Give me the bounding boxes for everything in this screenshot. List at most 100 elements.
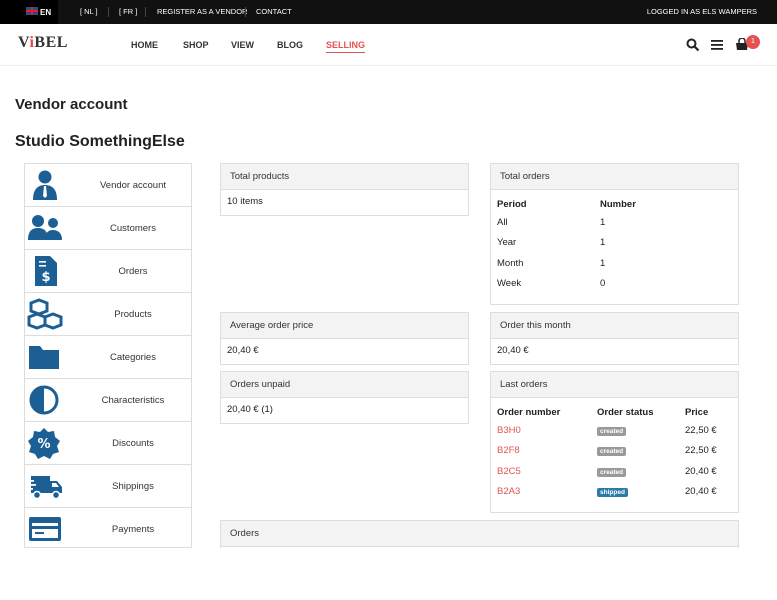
- order-number-link[interactable]: B3H0: [497, 425, 521, 436]
- orders-unpaid-value: 20,40 € (1): [227, 404, 273, 415]
- percent-badge-icon: %: [28, 428, 60, 459]
- truck-icon: [27, 476, 62, 500]
- panel-title: Total products: [221, 164, 468, 190]
- sidebar-item-shippings[interactable]: Shippings: [25, 465, 191, 508]
- number-cell: 1: [600, 257, 606, 269]
- users-icon: [28, 215, 62, 240]
- nav-shop[interactable]: SHOP: [183, 40, 209, 50]
- cart-count-badge: 1: [746, 35, 760, 49]
- search-icon[interactable]: [686, 38, 700, 52]
- nav-blog[interactable]: BLOG: [277, 40, 303, 50]
- nav-view[interactable]: VIEW: [231, 40, 254, 50]
- sidebar-item-vendor-account[interactable]: Vendor account: [25, 164, 191, 207]
- uk-flag-icon: [26, 7, 38, 15]
- table-row: B2A3 shipped 20,40 €: [497, 482, 732, 503]
- total-orders-panel: Total orders Period Number All 1 Year 1 …: [490, 163, 739, 305]
- period-cell: Week: [497, 278, 522, 290]
- order-number-link[interactable]: B2A3: [497, 486, 520, 497]
- period-cell: Year: [497, 237, 517, 249]
- invoice-icon: $: [35, 256, 57, 286]
- column-header-price: Price: [685, 406, 709, 418]
- status-badge: created: [597, 426, 627, 436]
- column-header-number: Number: [600, 198, 636, 210]
- sidebar-item-label: Orders: [118, 266, 148, 277]
- total-products-value: 10 items: [227, 196, 263, 207]
- sidebar-item-products[interactable]: Products: [25, 293, 191, 336]
- average-order-price-panel: Average order price 20,40 €: [220, 312, 469, 365]
- sidebar-item-label: Products: [114, 309, 152, 320]
- last-orders-panel: Last orders Order number Order status Pr…: [490, 371, 739, 513]
- number-cell: 1: [600, 216, 606, 228]
- period-cell: Month: [497, 257, 524, 269]
- panel-title: Order this month: [491, 313, 738, 339]
- sidebar-item-label: Shippings: [112, 481, 154, 492]
- folder-icon: [29, 346, 59, 369]
- order-this-month-panel: Order this month 20,40 €: [490, 312, 739, 365]
- shop-name: Studio SomethingElse: [15, 133, 185, 150]
- price-cell: 20,40 €: [685, 465, 717, 477]
- person-icon: [33, 170, 57, 200]
- last-orders-table: Order number Order status Price B3H0 cre…: [497, 398, 732, 502]
- vendor-sidebar: Vendor account Customers $ Orders Produc…: [24, 163, 192, 548]
- svg-text:$: $: [41, 270, 50, 285]
- credit-card-icon: [29, 517, 61, 541]
- status-badge: created: [597, 447, 627, 457]
- divider: [108, 7, 109, 17]
- nav-home[interactable]: HOME: [131, 40, 158, 50]
- order-number-link[interactable]: B2C5: [497, 466, 521, 477]
- price-cell: 20,40 €: [685, 486, 717, 498]
- orders-unpaid-panel: Orders unpaid 20,40 € (1): [220, 371, 469, 424]
- divider: [245, 7, 246, 17]
- order-number-link[interactable]: B2F8: [497, 445, 520, 456]
- table-row: All 1: [497, 212, 732, 233]
- panel-title: Total orders: [491, 164, 738, 190]
- language-current[interactable]: EN: [0, 0, 58, 24]
- total-orders-table: Period Number All 1 Year 1 Month 1 Week …: [497, 190, 732, 294]
- status-badge: created: [597, 467, 627, 477]
- page-title: Vendor account: [15, 96, 128, 113]
- panel-title: Orders: [221, 521, 738, 547]
- language-fr-link[interactable]: [ FR ]: [119, 0, 137, 24]
- panel-title: Orders unpaid: [221, 372, 468, 398]
- table-row: B3H0 created 22,50 €: [497, 420, 732, 441]
- contact-link[interactable]: CONTACT: [256, 0, 292, 24]
- column-header-order-status: Order status: [597, 406, 654, 418]
- sidebar-item-categories[interactable]: Categories: [25, 336, 191, 379]
- contrast-icon: [29, 385, 59, 415]
- column-header-period: Period: [497, 198, 527, 210]
- number-cell: 0: [600, 278, 606, 290]
- sidebar-item-label: Discounts: [112, 438, 154, 449]
- price-cell: 22,50 €: [685, 424, 717, 436]
- svg-text:%: %: [37, 437, 50, 452]
- boxes-icon: [27, 298, 63, 330]
- table-row: Year 1: [497, 233, 732, 254]
- panel-title: Average order price: [221, 313, 468, 339]
- main-header: ViBEL HOME SHOP VIEW BLOG SELLING: [0, 24, 777, 66]
- register-vendor-link[interactable]: REGISTER AS A VENDOR: [157, 0, 247, 24]
- sidebar-item-characteristics[interactable]: Characteristics: [25, 379, 191, 422]
- nav-selling[interactable]: SELLING: [326, 40, 366, 53]
- divider: [145, 7, 146, 17]
- order-this-month-value: 20,40 €: [497, 345, 529, 356]
- sidebar-item-label: Categories: [110, 352, 156, 363]
- period-cell: All: [497, 216, 508, 228]
- sidebar-item-label: Customers: [110, 223, 156, 234]
- top-bar: EN [ NL ] [ FR ] REGISTER AS A VENDOR CO…: [0, 0, 777, 24]
- menu-icon[interactable]: [710, 38, 724, 52]
- sidebar-item-payments[interactable]: Payments: [25, 508, 191, 547]
- language-nl-link[interactable]: [ NL ]: [80, 0, 98, 24]
- sidebar-item-customers[interactable]: Customers: [25, 207, 191, 250]
- site-logo[interactable]: ViBEL: [18, 34, 68, 52]
- sidebar-item-label: Payments: [111, 524, 155, 535]
- total-products-panel: Total products 10 items: [220, 163, 469, 216]
- price-cell: 22,50 €: [685, 445, 717, 457]
- sidebar-item-label: Vendor account: [99, 180, 167, 191]
- average-order-price-value: 20,40 €: [227, 345, 259, 356]
- sidebar-item-discounts[interactable]: % Discounts: [25, 422, 191, 465]
- login-status[interactable]: LOGGED IN AS ELS WAMPERS: [647, 0, 757, 24]
- status-badge: shipped: [597, 488, 628, 498]
- table-row: Week 0: [497, 274, 732, 295]
- panel-title: Last orders: [491, 372, 738, 398]
- table-row: Month 1: [497, 253, 732, 274]
- sidebar-item-orders[interactable]: $ Orders: [25, 250, 191, 293]
